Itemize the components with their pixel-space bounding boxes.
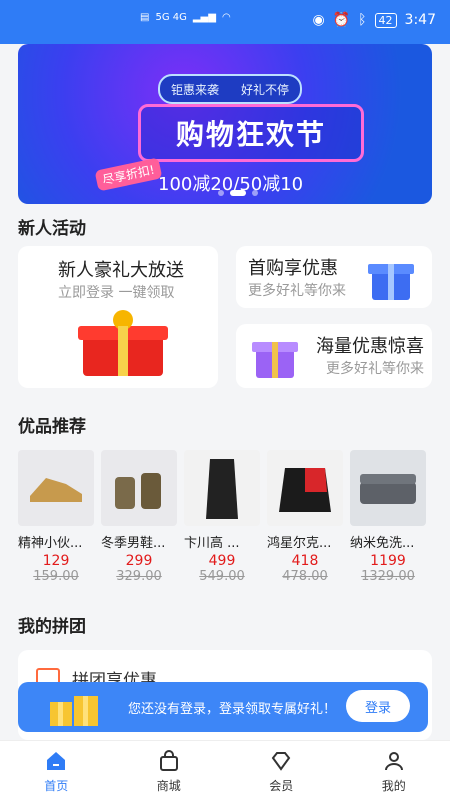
gift-title: 新人豪礼大放送 xyxy=(58,256,184,282)
product-card[interactable]: 精神小伙... 129 159.00 xyxy=(18,450,94,584)
banner-dot-active xyxy=(230,190,246,196)
banner-tag-right: 好礼不停 xyxy=(241,81,289,98)
product-image-sneaker xyxy=(18,450,94,526)
login-prompt-bar: 您还没有登录，登录领取专属好礼！ 登录 xyxy=(18,682,428,732)
product-price: 1199 xyxy=(350,553,426,569)
mass-sub: 更多好礼等你来 xyxy=(326,358,424,378)
product-price: 299 xyxy=(101,553,177,569)
tab-home[interactable]: 首页 xyxy=(0,741,113,801)
shopping-bag-icon xyxy=(157,749,181,773)
boots-icon xyxy=(109,463,169,513)
product-name: 卞川高 ... xyxy=(184,532,260,551)
product-image-jacket xyxy=(267,450,343,526)
section-title-recommend: 优品推荐 xyxy=(18,412,86,437)
product-image-boots xyxy=(101,450,177,526)
product-price: 129 xyxy=(18,553,94,569)
banner-pagination xyxy=(218,190,258,196)
diamond-icon xyxy=(269,749,293,773)
product-name: 鸿星尔克... xyxy=(267,532,343,551)
product-original-price: 549.00 xyxy=(184,569,260,584)
product-name: 冬季男鞋... xyxy=(101,532,177,551)
gift-box-icon xyxy=(44,686,104,730)
product-image-sofa xyxy=(350,450,426,526)
mass-discount-card[interactable]: 海量优惠惊喜 更多好礼等你来 xyxy=(236,324,432,388)
sofa-icon xyxy=(356,468,420,508)
user-icon xyxy=(382,749,406,773)
bottom-tab-bar: 首页 商城 会员 我的 xyxy=(0,740,450,801)
banner-tag-left: 钜惠来袭 xyxy=(171,81,219,98)
red-gift-box-icon xyxy=(73,306,173,381)
blue-gift-box-icon xyxy=(366,254,416,302)
product-card[interactable]: 纳米免洗... 1199 1329.00 xyxy=(350,450,426,584)
product-original-price: 159.00 xyxy=(18,569,94,584)
product-name: 纳米免洗... xyxy=(350,532,426,551)
login-button[interactable]: 登录 xyxy=(346,690,410,722)
alarm-icon: ⏰ xyxy=(333,12,350,28)
product-original-price: 1329.00 xyxy=(350,569,426,584)
banner-title: 购物狂欢节 xyxy=(138,104,364,162)
banner-dot xyxy=(218,190,224,196)
battery-level: 42 xyxy=(375,13,397,28)
product-card[interactable]: 卞川高 ... 499 549.00 xyxy=(184,450,260,584)
banner-discount-badge: 尽享折扣! xyxy=(95,157,163,191)
product-price: 499 xyxy=(184,553,260,569)
banner-dot xyxy=(252,190,258,196)
clock: 3:47 xyxy=(405,12,436,28)
jacket-icon xyxy=(275,458,335,518)
status-right: ◉ ⏰ ᛒ 42 3:47 xyxy=(312,12,436,28)
first-sub: 更多好礼等你来 xyxy=(248,280,346,300)
first-title: 首购享优惠 xyxy=(248,254,338,280)
wifi-icon: ◠ xyxy=(222,12,231,23)
sneaker-icon xyxy=(26,468,86,508)
product-name: 精神小伙... xyxy=(18,532,94,551)
banner-tag: 钜惠来袭 好礼不停 xyxy=(158,74,302,104)
tab-label-member: 会员 xyxy=(269,777,293,794)
tab-label-home: 首页 xyxy=(44,777,68,794)
status-bar: ▤ 5G 4G ▂▄▆ ◠ ◉ ⏰ ᛒ 42 3:47 xyxy=(0,0,450,44)
network-label: 5G 4G xyxy=(155,12,186,23)
section-title-new-user: 新人活动 xyxy=(18,214,86,239)
tab-mine[interactable]: 我的 xyxy=(338,741,450,801)
eye-icon: ◉ xyxy=(312,12,324,28)
bluetooth-icon: ᛒ xyxy=(358,12,366,28)
product-card[interactable]: 鸿星尔克... 418 478.00 xyxy=(267,450,343,584)
new-user-gift-card[interactable]: 新人豪礼大放送 立即登录 一键领取 xyxy=(18,246,218,388)
section-title-group: 我的拼团 xyxy=(18,612,86,637)
product-card[interactable]: 冬季男鞋... 299 329.00 xyxy=(101,450,177,584)
product-price: 418 xyxy=(267,553,343,569)
tab-member[interactable]: 会员 xyxy=(225,741,338,801)
tab-label-mall: 商城 xyxy=(157,777,181,794)
gift-sub: 立即登录 一键领取 xyxy=(58,282,174,302)
promo-banner[interactable]: 钜惠来袭 好礼不停 购物狂欢节 尽享折扣! 100减20/50减10 xyxy=(18,44,432,204)
coat-icon xyxy=(202,453,242,523)
tab-label-mine: 我的 xyxy=(382,777,406,794)
first-purchase-card[interactable]: 首购享优惠 更多好礼等你来 xyxy=(236,246,432,308)
product-original-price: 329.00 xyxy=(101,569,177,584)
mass-title: 海量优惠惊喜 xyxy=(316,332,424,358)
purple-gift-box-icon xyxy=(250,332,300,380)
product-image-coat xyxy=(184,450,260,526)
product-original-price: 478.00 xyxy=(267,569,343,584)
tab-mall[interactable]: 商城 xyxy=(113,741,226,801)
sim-icon: ▤ xyxy=(140,12,149,23)
home-icon xyxy=(44,749,68,773)
login-message: 您还没有登录，登录领取专属好礼！ xyxy=(128,698,336,717)
signal-indicators: ▤ 5G 4G ▂▄▆ ◠ xyxy=(140,12,231,23)
signal-icon: ▂▄▆ xyxy=(193,12,216,23)
